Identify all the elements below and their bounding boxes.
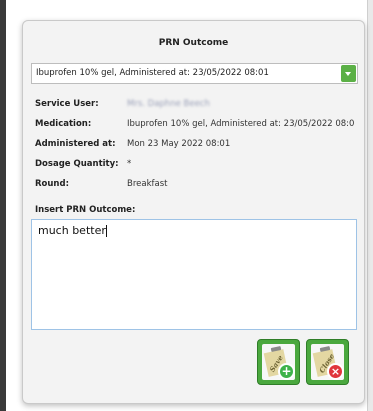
outcome-label: Insert PRN Outcome: [35, 205, 136, 215]
service-user-label: Service User: [35, 99, 99, 109]
service-user-value: Mrs. Daphne Beech [127, 99, 210, 109]
administered-label: Administered at: [35, 139, 116, 149]
administered-value: Mon 23 May 2022 08:01 [127, 139, 231, 149]
dialog-title: PRN Outcome [158, 38, 229, 48]
administration-select[interactable]: Ibuprofen 10% gel, Administered at: 23/0… [31, 63, 358, 84]
round-label: Round: [35, 179, 69, 189]
chevron-down-icon[interactable] [341, 65, 356, 82]
dosage-value: * [127, 159, 132, 169]
save-icon-bg: Save + [262, 344, 295, 380]
medication-value: Ibuprofen 10% gel, Administered at: 23/0… [127, 119, 355, 129]
outcome-text: much better [38, 224, 106, 237]
close-icon-bg: Close × [311, 344, 344, 380]
close-button[interactable]: Close × [306, 339, 349, 385]
text-caret [105, 225, 107, 237]
plus-icon: + [278, 363, 295, 380]
save-button[interactable]: Save + [257, 339, 300, 385]
window-frame-right [367, 0, 373, 411]
medication-label: Medication: [35, 119, 92, 129]
dosage-label: Dosage Quantity: [35, 159, 119, 169]
window-frame-left [0, 0, 6, 411]
round-value: Breakfast [127, 179, 168, 189]
close-icon: × [327, 363, 344, 380]
outcome-textarea[interactable]: much better [31, 219, 357, 330]
prn-outcome-dialog: PRN Outcome Ibuprofen 10% gel, Administe… [22, 20, 365, 404]
administration-select-value: Ibuprofen 10% gel, Administered at: 23/0… [36, 68, 269, 78]
